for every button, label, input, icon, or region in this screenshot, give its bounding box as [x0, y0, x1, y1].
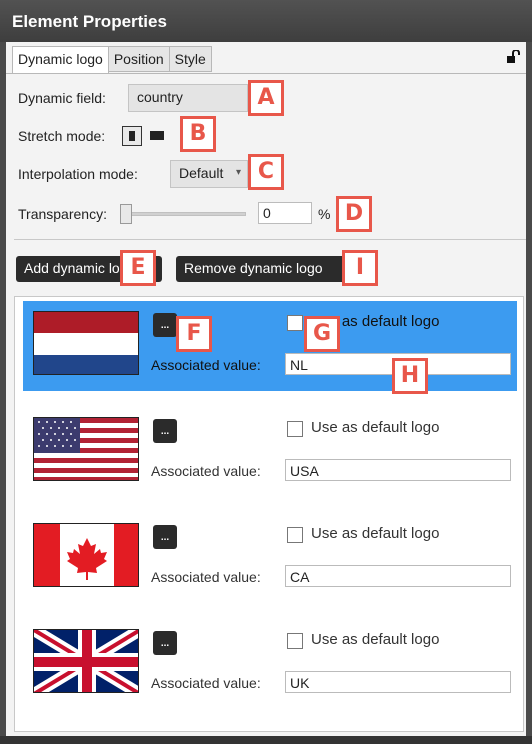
- tab-divider: [6, 73, 526, 74]
- associated-value-label: Associated value:: [151, 463, 261, 479]
- element-properties-panel: Dynamic logo Position Style Dynamic fiel…: [6, 42, 526, 736]
- interpolation-mode-select[interactable]: Default ▾: [170, 160, 248, 188]
- remove-dynamic-logo-button[interactable]: Remove dynamic logo: [176, 256, 348, 282]
- tab-dynamic-logo[interactable]: Dynamic logo: [12, 46, 109, 74]
- browse-logo-button[interactable]: ...: [153, 525, 177, 549]
- associated-value-label: Associated value:: [151, 675, 261, 691]
- section-divider: [14, 239, 526, 240]
- netherlands-flag-image: [33, 311, 139, 375]
- stretch-uniform-button[interactable]: [122, 126, 142, 146]
- dynamic-field-value: country: [137, 89, 183, 105]
- interpolation-mode-value: Default: [179, 165, 224, 181]
- stretch-uniform-icon: [129, 131, 135, 141]
- panel-title: Element Properties: [0, 0, 532, 42]
- associated-value-input[interactable]: CA: [285, 565, 511, 587]
- transparency-slider-track[interactable]: [122, 212, 246, 216]
- interpolation-mode-label: Interpolation mode:: [18, 166, 138, 182]
- dynamic-field-label: Dynamic field:: [18, 90, 106, 106]
- default-logo-checkbox[interactable]: [287, 315, 303, 331]
- callout-i: I: [342, 250, 378, 286]
- bottom-edge: [0, 736, 532, 744]
- browse-logo-button[interactable]: ...: [153, 313, 177, 337]
- tab-position[interactable]: Position: [107, 46, 170, 72]
- callout-g: G: [304, 316, 340, 352]
- default-logo-label: Use as default logo: [311, 525, 440, 542]
- logo-list: ... Use as default logo Associated value…: [14, 296, 524, 732]
- browse-logo-button[interactable]: ...: [153, 631, 177, 655]
- stretch-fill-button[interactable]: [148, 126, 168, 146]
- transparency-label: Transparency:: [18, 206, 107, 222]
- callout-e: E: [120, 250, 156, 286]
- logo-item-usa[interactable]: ... Use as default logo Associated value…: [23, 407, 517, 497]
- default-logo-label: Use as default logo: [311, 419, 440, 436]
- callout-b: B: [180, 116, 216, 152]
- associated-value-input[interactable]: UK: [285, 671, 511, 693]
- browse-logo-button[interactable]: ...: [153, 419, 177, 443]
- callout-h: H: [392, 358, 428, 394]
- stretch-mode-label: Stretch mode:: [18, 128, 106, 144]
- uk-flag-image: [33, 629, 139, 693]
- stretch-fill-icon: [150, 131, 164, 140]
- usa-flag-image: [33, 417, 139, 481]
- unlock-icon[interactable]: [506, 50, 520, 64]
- associated-value-label: Associated value:: [151, 569, 261, 585]
- canada-flag-image: [33, 523, 139, 587]
- chevron-down-icon: ▾: [235, 167, 241, 178]
- logo-item-ca[interactable]: ... Use as default logo Associated value…: [23, 513, 517, 603]
- transparency-slider-thumb[interactable]: [120, 204, 132, 224]
- callout-d: D: [336, 196, 372, 232]
- callout-f: F: [176, 316, 212, 352]
- default-logo-checkbox[interactable]: [287, 421, 303, 437]
- tab-style[interactable]: Style: [168, 46, 212, 72]
- transparency-input[interactable]: 0: [258, 202, 312, 224]
- associated-value-label: Associated value:: [151, 357, 261, 373]
- tab-strip: Dynamic logo Position Style: [12, 46, 212, 74]
- default-logo-label: Use as default logo: [311, 631, 440, 648]
- default-logo-checkbox[interactable]: [287, 527, 303, 543]
- logo-item-uk[interactable]: ... Use as default logo Associated value…: [23, 619, 517, 709]
- default-logo-checkbox[interactable]: [287, 633, 303, 649]
- callout-a: A: [248, 80, 284, 116]
- transparency-unit: %: [318, 206, 331, 222]
- callout-c: C: [248, 154, 284, 190]
- dynamic-field-select[interactable]: country: [128, 84, 248, 112]
- associated-value-input[interactable]: USA: [285, 459, 511, 481]
- logo-item-nl[interactable]: ... Use as default logo Associated value…: [23, 301, 517, 391]
